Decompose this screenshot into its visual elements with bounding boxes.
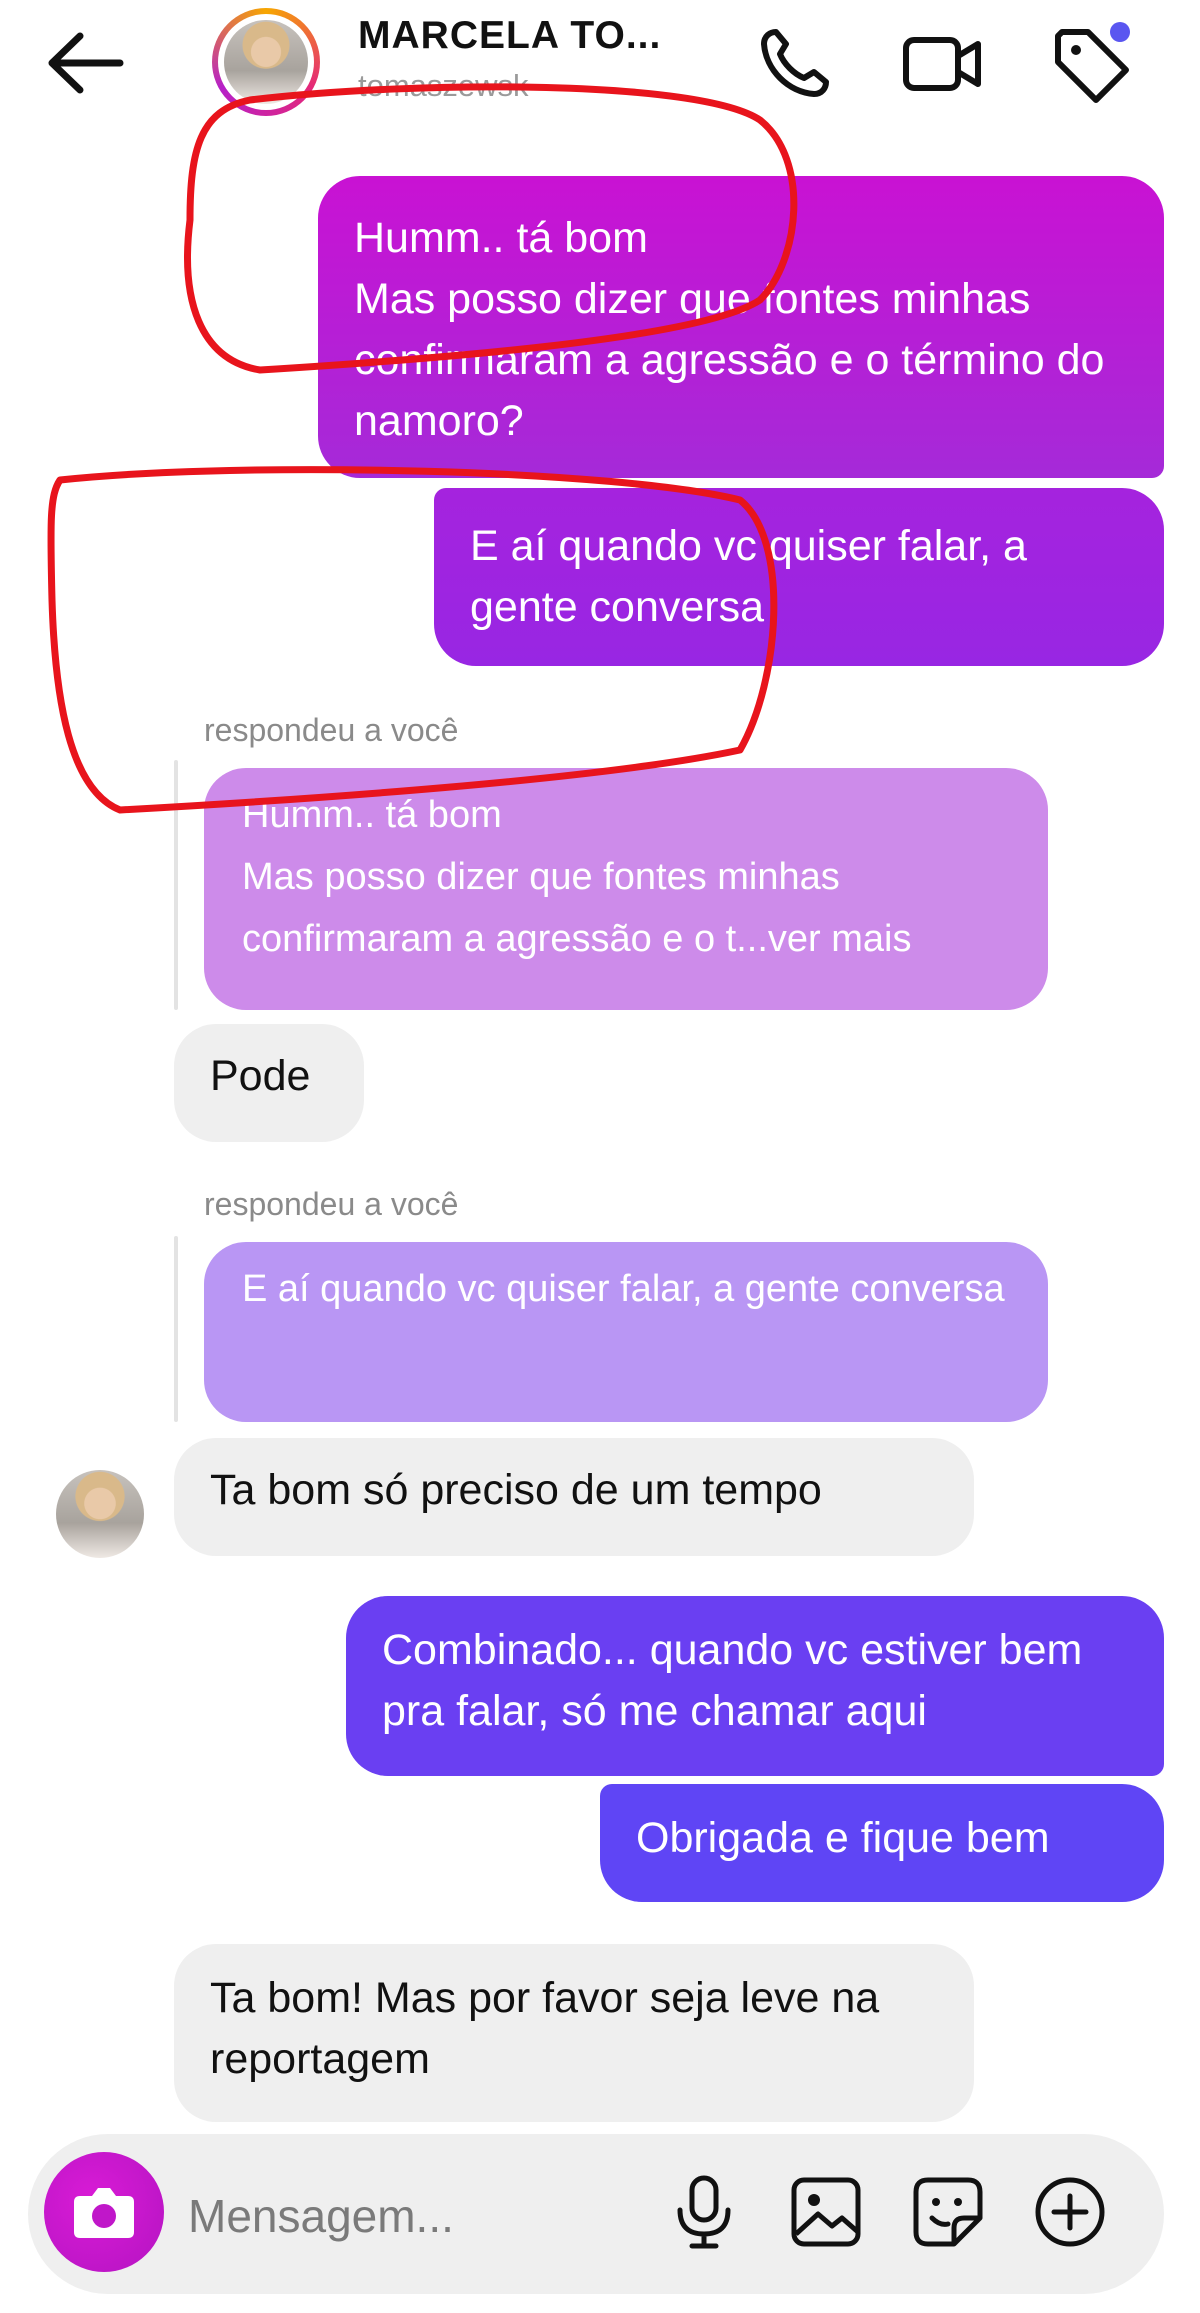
incoming-message[interactable]: Ta bom! Mas por favor seja leve na repor… bbox=[174, 1944, 974, 2122]
reply-label: respondeu a você bbox=[204, 1186, 459, 1222]
plus-button[interactable] bbox=[1030, 2172, 1110, 2252]
message-input[interactable] bbox=[186, 2170, 660, 2262]
arrow-left-icon bbox=[48, 32, 124, 94]
gallery-icon bbox=[791, 2177, 861, 2247]
contact-username[interactable]: tomaszewsk bbox=[358, 68, 578, 98]
phone-icon bbox=[761, 29, 829, 97]
sender-avatar[interactable] bbox=[56, 1470, 144, 1558]
contact-name[interactable]: MARCELA TO... bbox=[358, 14, 661, 58]
outgoing-message[interactable]: Combinado... quando vc estiver bem pra f… bbox=[346, 1596, 1164, 1776]
reply-label: respondeu a você bbox=[204, 712, 459, 748]
camera-icon bbox=[74, 2188, 134, 2238]
camera-button[interactable] bbox=[44, 2152, 164, 2272]
microphone-icon bbox=[677, 2175, 731, 2249]
audio-call-button[interactable] bbox=[752, 22, 836, 106]
plus-circle-icon bbox=[1035, 2177, 1105, 2247]
incoming-message[interactable]: Pode bbox=[174, 1024, 364, 1142]
quoted-message[interactable]: E aí quando vc quiser falar, a gente con… bbox=[204, 1242, 1048, 1422]
reply-bar bbox=[174, 760, 178, 1010]
avatar[interactable] bbox=[224, 20, 308, 104]
sticker-button[interactable] bbox=[908, 2172, 988, 2252]
microphone-button[interactable] bbox=[664, 2172, 744, 2252]
outgoing-message[interactable]: E aí quando vc quiser falar, a gente con… bbox=[434, 488, 1164, 666]
back-button[interactable] bbox=[40, 28, 130, 98]
video-call-button[interactable] bbox=[900, 22, 984, 106]
incoming-message[interactable]: Ta bom só preciso de um tempo bbox=[174, 1438, 974, 1556]
outgoing-message[interactable]: Obrigada e fique bem bbox=[600, 1784, 1164, 1902]
video-camera-icon bbox=[903, 37, 981, 91]
gallery-button[interactable] bbox=[786, 2172, 866, 2252]
sticker-icon bbox=[913, 2177, 983, 2247]
quoted-message[interactable]: Humm.. tá bom Mas posso dizer que fontes… bbox=[204, 768, 1048, 1010]
notification-dot bbox=[1110, 22, 1130, 42]
outgoing-message[interactable]: Humm.. tá bom Mas posso dizer que fontes… bbox=[318, 176, 1164, 478]
reply-bar bbox=[174, 1236, 178, 1422]
